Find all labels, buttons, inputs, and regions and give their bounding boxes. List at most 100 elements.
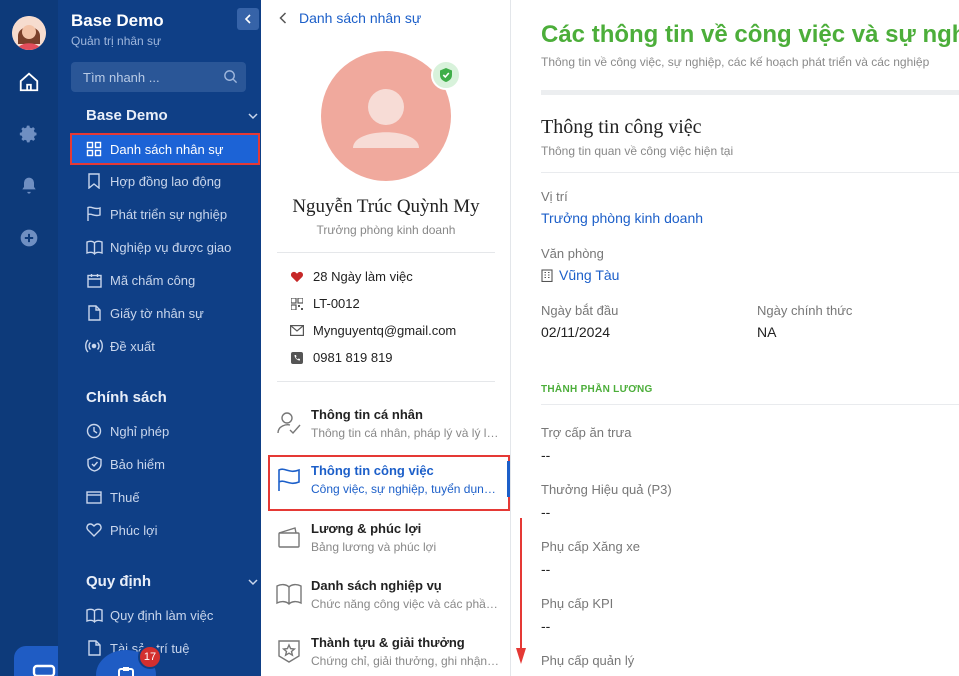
chevron-down-icon[interactable] (248, 578, 258, 586)
start-date-label: Ngày bắt đầu (541, 303, 619, 318)
position-value[interactable]: Trưởng phòng kinh doanh (541, 210, 703, 226)
shield-icon (85, 455, 103, 473)
sidebar-item-nghiep-vu-duoc-giao[interactable]: Nghiệp vụ được giao (71, 232, 259, 262)
user-check-icon (277, 412, 301, 435)
menu-desc: Công việc, sự nghiệp, tuyển dụng ... (311, 482, 501, 496)
menu-title: Danh sách nghiệp vụ (311, 578, 442, 593)
search-input[interactable] (71, 62, 221, 92)
sidebar-item-ma-cham-cong[interactable]: Mã chấm công (71, 265, 259, 295)
menu-title: Thông tin công việc (311, 463, 434, 478)
menu-danh-sach-nghiep-vu[interactable]: Danh sách nghiệp vụ Chức năng công việc … (269, 571, 509, 619)
menu-title: Thành tựu & giải thưởng (311, 635, 465, 650)
salary-item-label: Phụ cấp quản lý (541, 653, 635, 668)
building-icon (541, 268, 553, 282)
sidebar-item-phat-trien-su-nghiep[interactable]: Phát triển sự nghiệp (71, 199, 259, 229)
sidebar-item-bao-hiem[interactable]: Bảo hiểm (71, 449, 259, 479)
sidebar-item-label: Phát triển sự nghiệp (110, 206, 228, 222)
office-label: Văn phòng (541, 246, 604, 261)
book-icon (276, 583, 302, 605)
collapse-sidebar-button[interactable] (237, 8, 259, 30)
office-text: Vũng Tàu (559, 267, 620, 283)
menu-thong-tin-cong-viec[interactable]: Thông tin công việc Công việc, sự nghiệp… (268, 455, 510, 511)
phone-row: 0981 819 819 (290, 350, 393, 365)
menu-luong-phuc-loi[interactable]: Lương & phúc lợi Bảng lương và phúc lợi (269, 514, 509, 562)
heart-icon (290, 270, 304, 284)
salary-item-label: Trợ cấp ăn trưa (541, 425, 632, 440)
home-icon[interactable] (18, 71, 40, 93)
main-content: Các thông tin về công việc và sự nghiệp … (511, 0, 959, 676)
heart-icon (85, 521, 103, 539)
official-date-label: Ngày chính thức (757, 303, 853, 318)
menu-thanh-tuu-giai-thuong[interactable]: Thành tựu & giải thưởng Chứng chỉ, giải … (269, 628, 509, 676)
notification-badge[interactable]: 17 (138, 645, 162, 669)
menu-desc: Thông tin cá nhân, pháp lý và lý lịch (311, 426, 501, 440)
section-base-demo[interactable]: Base Demo (86, 107, 168, 124)
chevron-down-icon[interactable] (248, 112, 258, 120)
app-subtitle: Quản trị nhân sự (71, 34, 162, 48)
sidebar-item-de-xuat[interactable]: Đề xuất (71, 331, 259, 361)
employee-profile-panel: Danh sách nhân sự Nguyễn Trúc Quỳnh My T… (261, 0, 511, 676)
sidebar-item-label: Hợp đồng lao động (110, 173, 222, 189)
clock-icon (85, 422, 103, 440)
email-text[interactable]: Mynguyentq@gmail.com (313, 323, 456, 338)
salary-item-value: -- (541, 561, 551, 577)
back-to-list-link[interactable]: Danh sách nhân sự (279, 10, 421, 26)
calendar-icon (85, 271, 103, 289)
sidebar-item-hop-dong-lao-dong[interactable]: Hợp đồng lao động (71, 166, 259, 196)
working-days-row: 28 Ngày làm việc (290, 269, 413, 284)
sidebar-item-label: Mã chấm công (110, 272, 196, 288)
office-value[interactable]: Vũng Tàu (541, 267, 619, 283)
sidebar-item-label: Nghiệp vụ được giao (110, 239, 232, 255)
search-icon[interactable] (223, 69, 238, 89)
document-icon (85, 639, 103, 657)
sidebar-item-phuc-loi[interactable]: Phúc lợi (71, 515, 259, 545)
sidebar-item-thue[interactable]: Thuế (71, 482, 259, 512)
phone-text[interactable]: 0981 819 819 (313, 350, 393, 365)
sidebar-item-tai-san-tri-tue[interactable]: Tài sản trí tuệ (71, 633, 259, 663)
card-icon (85, 488, 103, 506)
flag-icon (85, 205, 103, 223)
employee-code-row: LT-0012 (290, 296, 360, 311)
position-label: Vị trí (541, 189, 568, 204)
sidebar-item-giay-to-nhan-su[interactable]: Giấy tờ nhân sự (71, 298, 259, 328)
menu-title: Thông tin cá nhân (311, 407, 423, 422)
broadcast-icon (85, 337, 103, 355)
menu-desc: Bảng lương và phúc lợi (311, 540, 437, 554)
icon-rail (0, 0, 74, 676)
sidebar-item-nghi-phep[interactable]: Nghỉ phép (71, 416, 259, 446)
employee-code-text: LT-0012 (313, 296, 360, 311)
page-title: Các thông tin về công việc và sự nghiệp (541, 21, 959, 48)
sidebar-item-danh-sach-nhan-su[interactable]: Danh sách nhân sự (70, 133, 260, 165)
chevron-left-icon (244, 14, 251, 24)
chevron-left-icon (279, 12, 287, 24)
user-avatar[interactable] (12, 16, 46, 50)
section-chinh-sach[interactable]: Chính sách (86, 389, 167, 406)
sidebar-item-label: Đề xuất (110, 338, 155, 354)
section-subtitle: Thông tin quan về công việc hiện tại (541, 144, 734, 158)
divider (541, 172, 959, 173)
section-quy-dinh[interactable]: Quy định (86, 573, 151, 590)
book-icon (85, 238, 103, 256)
salary-item-label: Phụ cấp Xăng xe (541, 539, 641, 554)
sidebar-item-quy-dinh-lam-viec[interactable]: Quy định làm việc (71, 600, 259, 630)
phone-icon (290, 351, 304, 365)
bell-icon[interactable] (18, 175, 40, 197)
menu-thong-tin-ca-nhan[interactable]: Thông tin cá nhân Thông tin cá nhân, phá… (269, 400, 509, 448)
active-indicator (507, 461, 510, 497)
document-icon (85, 304, 103, 322)
divider (541, 90, 959, 95)
back-label: Danh sách nhân sự (299, 10, 422, 26)
email-row: Mynguyentq@gmail.com (290, 323, 456, 338)
menu-desc: Chức năng công việc và các phần... (311, 597, 501, 611)
salary-components-header: THÀNH PHẦN LƯƠNG (541, 384, 653, 395)
menu-desc: Chứng chỉ, giải thưởng, ghi nhận v... (311, 654, 501, 668)
gear-icon[interactable] (18, 123, 40, 145)
sidebar-item-label: Phúc lợi (110, 522, 158, 538)
app-title: Base Demo (71, 11, 164, 30)
official-date-value: NA (757, 324, 777, 340)
start-date-value: 02/11/2024 (541, 324, 611, 340)
plus-circle-icon[interactable] (18, 227, 40, 249)
wallet-icon (278, 527, 300, 548)
verified-badge (431, 60, 461, 90)
sidebar-item-label: Danh sách nhân sự (110, 141, 224, 157)
